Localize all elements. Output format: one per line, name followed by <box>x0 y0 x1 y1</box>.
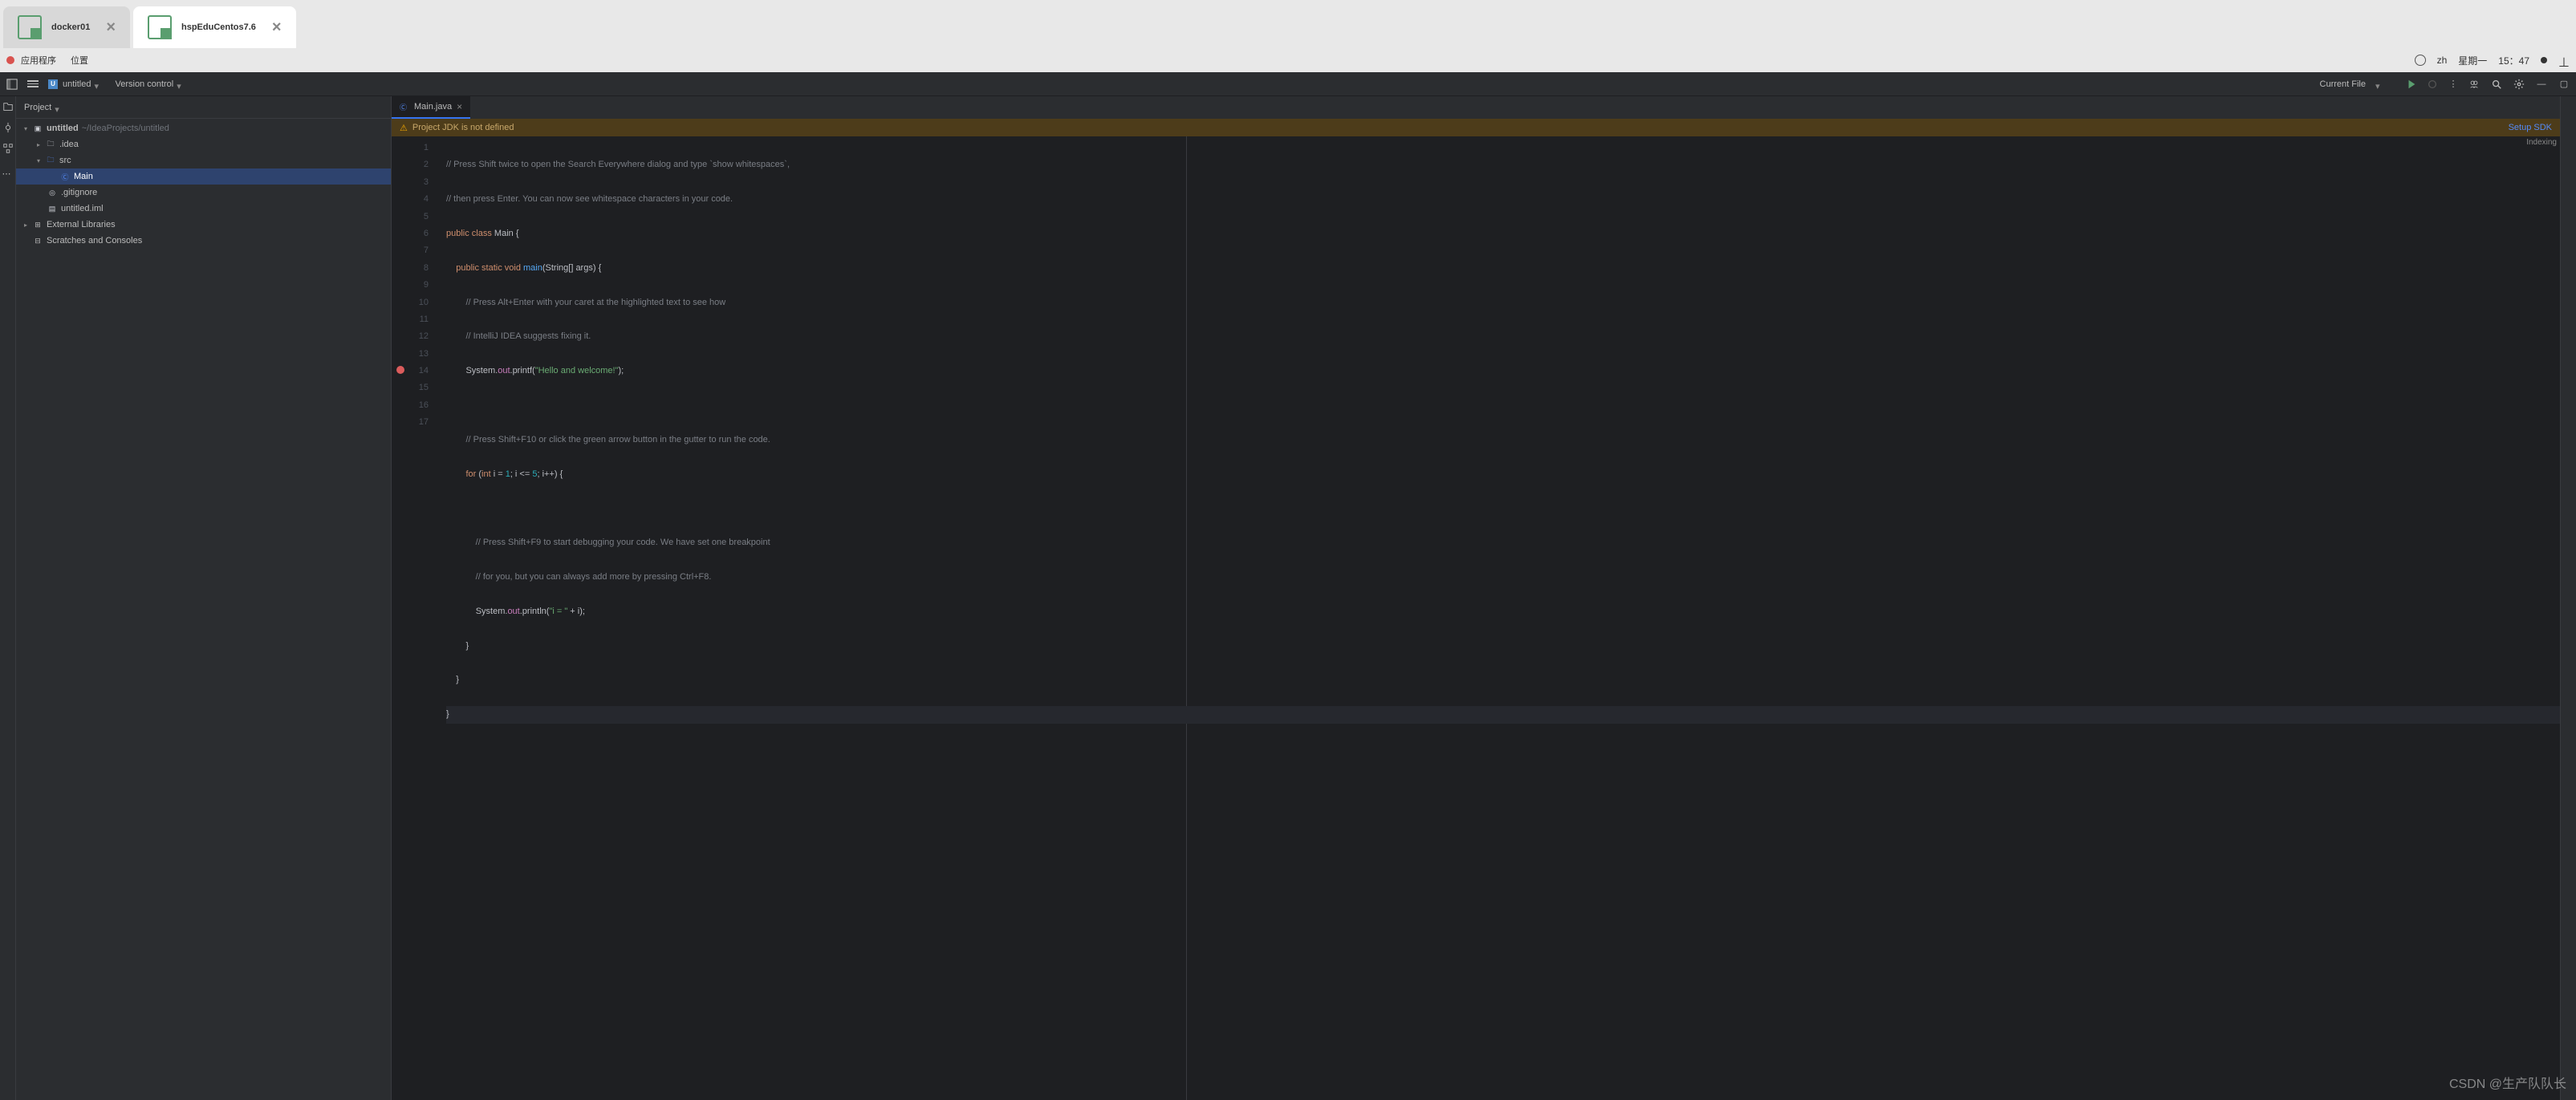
ide-toolbar-icons: — ▢ <box>2468 79 2570 90</box>
watermark: CSDN @生产队队长 <box>2449 1073 2566 1092</box>
banner-actions: Setup SDK <box>2509 123 2552 132</box>
activities-icon[interactable] <box>6 56 14 64</box>
file-icon: ▤ <box>47 204 58 213</box>
project-panel-title: Project <box>24 103 51 112</box>
gnome-menubar: 应用程序 位置 zh 星期一 15：47 <box>0 48 2576 72</box>
tree-root[interactable]: ▾▣ untitled~/IdeaProjects/untitled <box>16 120 391 136</box>
setup-sdk-link[interactable]: Setup SDK <box>2509 123 2552 132</box>
tree-label: src <box>59 156 71 165</box>
menu-applications[interactable]: 应用程序 <box>21 54 56 67</box>
tree-label: .gitignore <box>61 188 97 197</box>
ide-toolbar-right: Current File ▾ ⋮ — ▢ <box>2320 79 2570 90</box>
tree-file-gitignore[interactable]: ◎.gitignore <box>16 185 391 201</box>
folder-icon: 🗀 <box>45 140 56 149</box>
terminal-icon <box>148 15 172 39</box>
banner-text: Project JDK is not defined <box>412 123 514 132</box>
window-tab-docker[interactable]: docker01 × <box>3 6 130 48</box>
run-config-selector[interactable]: Current File <box>2320 79 2366 89</box>
version-control-menu[interactable]: Version control <box>115 79 173 89</box>
debug-icon[interactable] <box>2427 79 2438 90</box>
ide-body: ⋯ Project ▾ ▾▣untitled~/IdeaProjects/unt… <box>0 96 2576 1100</box>
chevron-right-icon[interactable]: ▸ <box>24 221 32 229</box>
ide-left-stripe: ⋯ <box>0 96 16 1100</box>
menu-places[interactable]: 位置 <box>71 54 88 67</box>
tree-label: Scratches and Consoles <box>47 236 142 246</box>
chevron-down-icon[interactable]: ▾ <box>37 157 45 164</box>
search-icon[interactable] <box>2491 79 2502 90</box>
terminal-icon <box>18 15 42 39</box>
window-tab-label: hspEduCentos7.6 <box>181 22 256 32</box>
run-icon[interactable] <box>2406 79 2417 90</box>
editor-content[interactable]: 1234567891011121314151617 // Press Shift… <box>392 136 2560 1100</box>
tree-external-libs[interactable]: ▸⊞ External Libraries <box>16 217 391 233</box>
more-stripe-icon[interactable]: ⋯ <box>2 168 14 180</box>
library-icon: ⊞ <box>32 220 43 229</box>
editor-area: Ⓒ Main.java × ⚠ Project JDK is not defin… <box>392 96 2560 1100</box>
clock-day[interactable]: 星期一 <box>2458 54 2487 67</box>
chevron-down-icon[interactable]: ▾ <box>94 81 100 87</box>
tree-file-main[interactable]: ⒸMain <box>16 168 391 185</box>
tree-scratches[interactable]: ⊟ Scratches and Consoles <box>16 233 391 249</box>
code-with-me-icon[interactable] <box>2468 79 2480 90</box>
warning-icon: ⚠ <box>400 123 408 133</box>
maximize-icon[interactable]: ▢ <box>2558 79 2570 90</box>
clock-time[interactable]: 15：47 <box>2498 54 2529 67</box>
editor-tab-label: Main.java <box>414 102 452 112</box>
tree-label: untitled.iml <box>61 204 104 213</box>
network-icon[interactable] <box>2558 55 2570 66</box>
hamburger-icon[interactable] <box>27 80 39 87</box>
tree-label: External Libraries <box>47 220 116 229</box>
project-tree: ▾▣untitled~/IdeaProjects/untitled ▸🗀.ide… <box>16 119 391 1100</box>
editor-gutter[interactable]: 1234567891011121314151617 <box>392 136 437 1100</box>
tree-label: untitled <box>47 124 79 133</box>
tree-label: .idea <box>59 140 79 149</box>
code-text[interactable]: // Press Shift twice to open the Search … <box>437 136 2560 1100</box>
ide-window: U untitled ▾ Version control ▾ Current F… <box>0 72 2576 1100</box>
module-icon: ▣ <box>32 124 43 133</box>
editor-tabs: Ⓒ Main.java × <box>392 96 2560 119</box>
project-toolwindow-icon[interactable] <box>6 79 18 90</box>
project-panel: Project ▾ ▾▣untitled~/IdeaProjects/untit… <box>16 96 392 1100</box>
window-tab-centos[interactable]: hspEduCentos7.6 × <box>133 6 296 48</box>
menubar-tray: zh 星期一 15：47 <box>2415 54 2570 67</box>
tree-folder-src[interactable]: ▾🗀src <box>16 152 391 168</box>
chevron-down-icon[interactable]: ▾ <box>55 104 61 111</box>
window-tab-label: docker01 <box>51 22 90 32</box>
window-tabs: docker01 × hspEduCentos7.6 × <box>0 0 2576 48</box>
project-stripe-icon[interactable] <box>2 101 14 112</box>
tree-path: ~/IdeaProjects/untitled <box>82 124 169 133</box>
close-icon[interactable]: × <box>106 18 116 37</box>
close-icon[interactable]: × <box>272 18 282 37</box>
file-icon: ◎ <box>47 188 58 197</box>
project-panel-header: Project ▾ <box>16 96 391 119</box>
input-method-indicator[interactable]: zh <box>2437 55 2448 66</box>
editor-tab-main[interactable]: Ⓒ Main.java × <box>392 96 470 119</box>
structure-stripe-icon[interactable] <box>2 143 14 154</box>
close-icon[interactable]: × <box>457 101 462 112</box>
commit-stripe-icon[interactable] <box>2 122 14 133</box>
tree-file-iml[interactable]: ▤untitled.iml <box>16 201 391 217</box>
project-name[interactable]: untitled <box>63 79 91 89</box>
chevron-down-icon[interactable]: ▾ <box>24 125 32 132</box>
status-dot-icon <box>2541 57 2547 63</box>
more-icon[interactable]: ⋮ <box>2448 79 2459 90</box>
tree-folder-idea[interactable]: ▸🗀.idea <box>16 136 391 152</box>
class-icon: Ⓒ <box>59 172 71 181</box>
class-icon: Ⓒ <box>400 102 409 112</box>
project-logo-icon: U <box>48 79 58 89</box>
settings-icon[interactable] <box>2513 79 2525 90</box>
chevron-right-icon[interactable]: ▸ <box>37 141 45 148</box>
chevron-down-icon[interactable]: ▾ <box>2375 81 2382 87</box>
gear-icon[interactable] <box>2415 55 2426 66</box>
minimize-icon[interactable]: — <box>2536 79 2547 90</box>
chevron-down-icon[interactable]: ▾ <box>177 81 183 87</box>
ide-right-stripe <box>2560 96 2576 1100</box>
source-folder-icon: 🗀 <box>45 156 56 165</box>
editor-banner: ⚠ Project JDK is not defined Setup SDK <box>392 119 2560 136</box>
tree-label: Main <box>74 172 93 181</box>
scratch-icon: ⊟ <box>32 236 43 246</box>
ide-toolbar: U untitled ▾ Version control ▾ Current F… <box>0 72 2576 96</box>
